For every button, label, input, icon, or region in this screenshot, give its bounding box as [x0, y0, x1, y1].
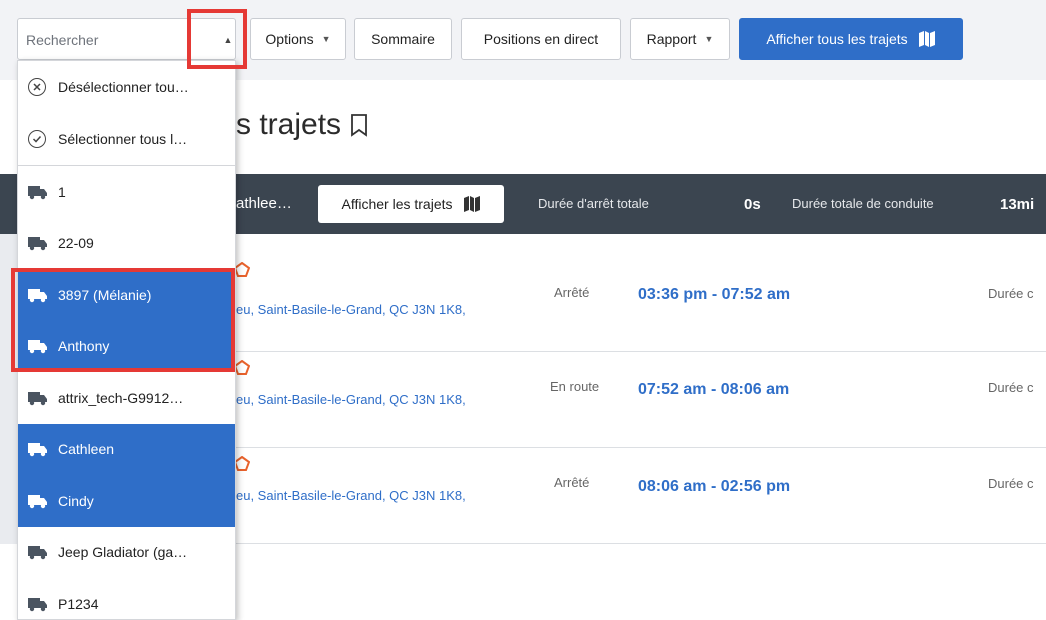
report-button[interactable]: Rapport ▼: [630, 18, 730, 60]
vehicle-option-label: attrix_tech-G9912…: [58, 389, 184, 406]
bookmark-icon[interactable]: [349, 113, 369, 137]
page-title-text: s trajets: [236, 108, 342, 141]
page-title: s trajets: [236, 108, 369, 142]
check-circle-icon: [28, 130, 46, 148]
truck-icon: [28, 544, 48, 560]
truck-icon: [28, 493, 48, 509]
vehicle-name: athlee…: [236, 195, 292, 212]
caret-down-icon: ▼: [321, 34, 331, 44]
truck-icon: [28, 596, 48, 612]
truck-icon: [28, 441, 48, 457]
live-positions-label: Positions en direct: [483, 31, 599, 47]
trip-status: En route: [550, 379, 600, 394]
trip-row[interactable]: eu, Saint-Basile-le-Grand, QC J3N 1K8, A…: [233, 234, 1046, 352]
map-icon: [918, 31, 936, 47]
show-all-trips-label: Afficher tous les trajets: [766, 31, 908, 47]
vehicle-option[interactable]: 22-09: [18, 218, 235, 270]
trip-duration-label: Durée c: [988, 380, 1034, 395]
vehicle-list: 1 22-09 3897 (Mélanie) Anthony attrix_tech-G…: [18, 166, 235, 619]
vehicle-option-label: 22-09: [58, 235, 94, 252]
location-marker-icon: [233, 359, 251, 381]
truck-icon: [28, 235, 48, 251]
total-stop-label: Durée d'arrêt totale: [538, 196, 649, 211]
location-marker-icon: [233, 455, 251, 477]
location-marker-icon: [233, 261, 251, 283]
trip-row[interactable]: eu, Saint-Basile-le-Grand, QC J3N 1K8, E…: [233, 352, 1046, 448]
vehicle-option[interactable]: attrix_tech-G9912…: [18, 372, 235, 424]
total-drive-value: 13mi: [1000, 196, 1035, 213]
vehicle-option[interactable]: 1: [18, 166, 235, 218]
trip-time-range: 03:36 pm - 07:52 am: [638, 286, 791, 303]
summary-button[interactable]: Sommaire: [354, 18, 452, 60]
deselect-all-label: Désélectionner tou…: [58, 79, 189, 95]
truck-icon: [28, 390, 48, 406]
vehicle-option[interactable]: Cindy: [18, 475, 235, 527]
selected-items-highlight-box: [11, 268, 235, 372]
toggle-highlight-box: [187, 9, 247, 69]
vehicle-option[interactable]: Cathleen: [18, 423, 235, 475]
trip-address[interactable]: eu, Saint-Basile-le-Grand, QC J3N 1K8,: [236, 392, 466, 407]
show-trips-button[interactable]: Afficher les trajets: [318, 185, 504, 223]
map-icon: [463, 196, 481, 212]
total-stop-value: 0s: [744, 196, 761, 213]
vehicle-option-label: P1234: [58, 595, 99, 612]
truck-icon: [28, 184, 48, 200]
report-label: Rapport: [646, 31, 697, 47]
trip-address[interactable]: eu, Saint-Basile-le-Grand, QC J3N 1K8,: [236, 488, 466, 503]
summary-label: Sommaire: [371, 31, 435, 47]
select-all-label: Sélectionner tous l…: [58, 131, 188, 147]
trip-status: Arrêté: [554, 475, 590, 490]
options-button[interactable]: Options ▼: [250, 18, 346, 60]
trip-time-range: 07:52 am - 08:06 am: [638, 381, 790, 398]
trip-duration-label: Durée c: [988, 476, 1034, 491]
total-drive-label: Durée totale de conduite: [792, 196, 934, 211]
trip-row[interactable]: eu, Saint-Basile-le-Grand, QC J3N 1K8, A…: [233, 448, 1046, 544]
vehicle-option-label: Jeep Gladiator (ga…: [58, 544, 188, 561]
search-input[interactable]: [26, 29, 186, 51]
show-all-trips-button[interactable]: Afficher tous les trajets: [739, 18, 963, 60]
select-all-option[interactable]: Sélectionner tous l…: [18, 113, 235, 165]
trip-duration-label: Durée c: [988, 286, 1034, 301]
vehicle-option-label: Cathleen: [58, 441, 115, 458]
caret-down-icon: ▼: [704, 34, 714, 44]
options-label: Options: [265, 31, 314, 47]
trip-time-range: 08:06 am - 02:56 pm: [638, 478, 791, 495]
vehicle-option-label: 1: [58, 183, 66, 200]
show-trips-label: Afficher les trajets: [341, 196, 453, 212]
live-positions-button[interactable]: Positions en direct: [461, 18, 621, 60]
vehicle-option[interactable]: P1234: [18, 578, 235, 619]
trip-address[interactable]: eu, Saint-Basile-le-Grand, QC J3N 1K8,: [236, 302, 466, 317]
trip-status: Arrêté: [554, 285, 590, 300]
vehicle-option-label: Cindy: [58, 492, 94, 509]
vehicle-option[interactable]: Jeep Gladiator (ga…: [18, 527, 235, 579]
x-circle-icon: [28, 78, 46, 96]
